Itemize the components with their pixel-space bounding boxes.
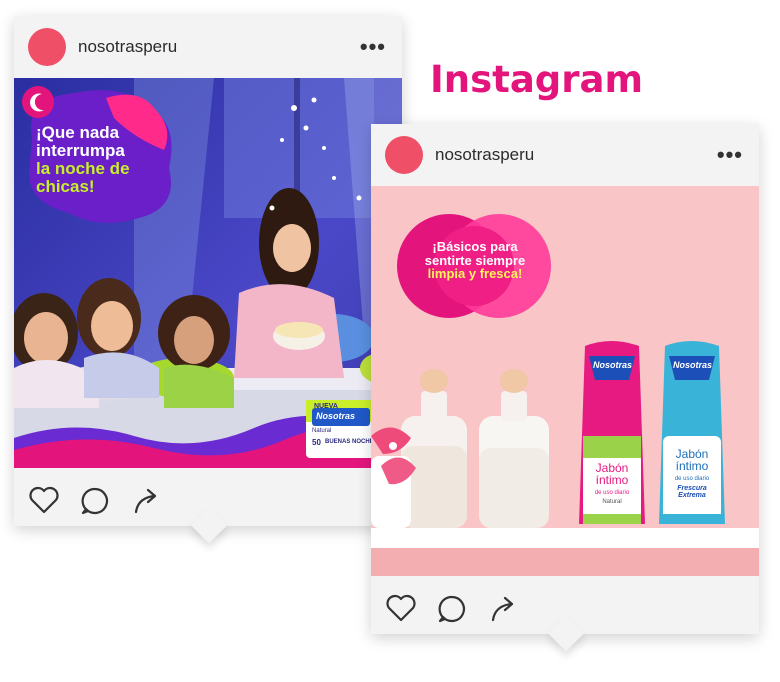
instagram-post-1: nosotrasperu ••• ¡Que nada interrumpa la…: [14, 16, 402, 544]
promo-line: sentirte siempre: [424, 252, 526, 268]
promo-line: chicas!: [36, 176, 95, 196]
heart-icon[interactable]: [385, 594, 417, 622]
avatar[interactable]: [28, 28, 66, 66]
comment-icon[interactable]: [80, 486, 110, 516]
share-icon[interactable]: [489, 594, 519, 624]
more-icon[interactable]: •••: [717, 142, 743, 168]
post-1-header: nosotrasperu •••: [14, 16, 402, 78]
promo-line: la noche de: [36, 158, 130, 178]
comment-icon[interactable]: [437, 594, 467, 624]
bottle-1-name: Jabón íntimo: [595, 461, 629, 487]
pack-variant: Natural: [312, 428, 332, 434]
heart-icon[interactable]: [28, 486, 60, 514]
pack-brand: Nosotras: [316, 411, 356, 421]
bottle-2-brand: Nosotras: [673, 360, 713, 370]
bottle-1-sub: de uso diario: [594, 490, 630, 496]
pack-count: 50: [312, 438, 321, 447]
promo-line: interrumpa: [36, 140, 125, 160]
bottle-2-name: Jabón íntimo: [675, 447, 709, 473]
bottle-1-variant: Natural: [602, 499, 622, 505]
post-1-username[interactable]: nosotrasperu: [78, 37, 177, 57]
bottle-2-variant: Frescura Extrema: [677, 485, 707, 499]
post-2-username[interactable]: nosotrasperu: [435, 145, 534, 165]
instagram-post-2: nosotrasperu ••• ¡Básicos para sentirte …: [371, 124, 759, 652]
bottle-2-sub: de uso diario: [674, 476, 710, 482]
post-2-header: nosotrasperu •••: [371, 124, 759, 186]
post-1-actions: [14, 468, 402, 528]
pack-name: BUENAS NOCHES: [325, 439, 378, 445]
post-2-image[interactable]: ¡Básicos para sentirte siempre limpia y …: [371, 186, 759, 576]
instagram-headline: Instagram: [430, 58, 644, 101]
post-2-promo-text: ¡Básicos para sentirte siempre limpia y …: [395, 240, 555, 281]
avatar[interactable]: [385, 136, 423, 174]
post-1-promo-text: ¡Que nada interrumpa la noche de chicas!: [36, 124, 162, 195]
pack-flag: NUEVA: [314, 403, 338, 410]
promo-line: limpia y fresca!: [427, 266, 523, 282]
more-icon[interactable]: •••: [360, 34, 386, 60]
post-2-actions: [371, 576, 759, 636]
promo-line: ¡Que nada: [36, 123, 120, 142]
bottle-1-brand: Nosotras: [593, 360, 633, 370]
share-icon[interactable]: [132, 486, 162, 516]
post-1-image[interactable]: ¡Que nada interrumpa la noche de chicas!…: [14, 78, 402, 468]
promo-line: ¡Básicos para: [432, 239, 518, 254]
